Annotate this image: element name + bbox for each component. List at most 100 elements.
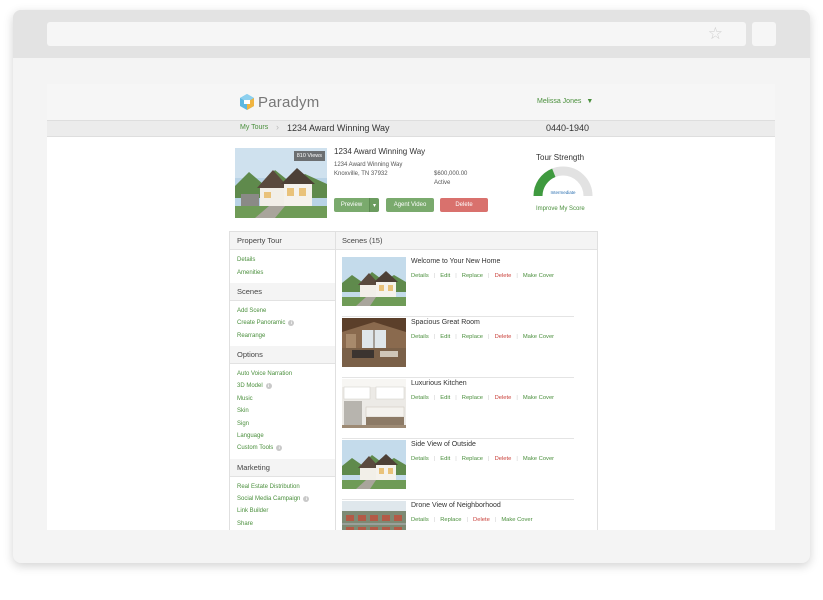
sidebar-item[interactable]: Auto Voice Narration — [230, 368, 335, 380]
sidebar-item[interactable]: Social Media Campaign i — [230, 493, 335, 505]
scene-delete-link[interactable]: Delete — [473, 517, 490, 523]
preview-dropdown-button[interactable]: ▾ — [369, 198, 379, 212]
neighborhood-aerial-thumbnail[interactable] — [342, 501, 406, 530]
action-separator: | — [516, 334, 518, 340]
action-separator: | — [516, 395, 518, 401]
scene-replace-link[interactable]: Replace — [462, 456, 483, 462]
scene-delete-link[interactable]: Delete — [495, 395, 512, 401]
scene-make-cover-link[interactable]: Make Cover — [501, 517, 532, 523]
scene-make-cover-link[interactable]: Make Cover — [523, 334, 554, 340]
scene-edit-link[interactable]: Edit — [440, 273, 450, 279]
sidebar-item-label: Skin — [237, 408, 249, 415]
scene-make-cover-link[interactable]: Make Cover — [523, 273, 554, 279]
sidebar-item-label: Share — [237, 520, 254, 527]
info-icon[interactable]: i — [288, 320, 295, 327]
scene-details-link[interactable]: Details — [411, 517, 429, 523]
great-room-thumbnail[interactable] — [342, 318, 406, 367]
action-separator: | — [488, 395, 490, 401]
browser-window: ☆ Paradym Melissa Jones ▼ My Tours › 123… — [13, 10, 810, 563]
scene-details-link[interactable]: Details — [411, 456, 429, 462]
bookmark-star-icon[interactable]: ☆ — [708, 25, 723, 43]
sidebar-item[interactable]: Sign — [230, 417, 335, 429]
scene-details-link[interactable]: Details — [411, 395, 429, 401]
sidebar-item-label: 3D Model — [237, 383, 263, 390]
property-address-line1: 1234 Award Winning Way — [334, 162, 403, 168]
scene-row: Welcome to Your New Home Details | Edit | Rep… — [342, 257, 574, 317]
info-icon[interactable]: i — [303, 496, 310, 503]
scene-edit-link[interactable]: Edit — [440, 334, 450, 340]
address-bar[interactable]: ☆ — [47, 22, 731, 46]
scene-delete-link[interactable]: Delete — [495, 456, 512, 462]
scene-delete-link[interactable]: Delete — [495, 273, 512, 279]
house-exterior-thumbnail[interactable] — [342, 440, 406, 489]
sidebar-item[interactable]: Language — [230, 430, 335, 442]
sidebar-item[interactable]: Real Estate Distribution — [230, 481, 335, 493]
sidebar-item[interactable]: Link Builder — [230, 505, 335, 517]
app-page: Paradym Melissa Jones ▼ My Tours › 1234 … — [47, 84, 775, 530]
scene-actions: Details | Edit | Replace | Delete | Make Cover — [411, 395, 554, 401]
brand-logo[interactable]: Paradym — [239, 93, 319, 111]
kitchen-thumbnail[interactable] — [342, 379, 406, 428]
improve-score-link[interactable]: Improve My Score — [536, 206, 585, 212]
scene-make-cover-link[interactable]: Make Cover — [523, 395, 554, 401]
property-cover-image[interactable]: 810 Views — [235, 148, 327, 218]
sidebar-item[interactable]: Custom Tools i — [230, 442, 335, 454]
scene-title: Drone View of Neighborhood — [411, 502, 501, 509]
sidebar-item[interactable]: Amenities — [230, 266, 335, 278]
sidebar-section: Add Scene Create Panoramic i Rearrange — [230, 301, 335, 346]
action-separator: | — [455, 456, 457, 462]
scene-title: Side View of Outside — [411, 441, 476, 448]
sidebar-item-label: Amenities — [237, 269, 264, 276]
user-menu[interactable]: Melissa Jones ▼ — [537, 98, 593, 105]
scene-actions: Details | Edit | Replace | Delete | Make Cover — [411, 273, 554, 279]
scene-delete-link[interactable]: Delete — [495, 334, 512, 340]
scene-replace-link[interactable]: Replace — [462, 273, 483, 279]
sidebar-item[interactable]: Add Scene — [230, 305, 335, 317]
scene-row: Luxurious Kitchen Details | Edit | Replace | De… — [342, 379, 574, 439]
scene-edit-link[interactable]: Edit — [440, 456, 450, 462]
user-name: Melissa Jones — [537, 98, 582, 105]
sidebar-section-heading: Options — [230, 345, 335, 364]
scene-make-cover-link[interactable]: Make Cover — [523, 456, 554, 462]
sidebar-item-label: Social Media Campaign — [237, 496, 301, 503]
house-exterior-thumbnail[interactable] — [342, 257, 406, 306]
views-badge: 810 Views — [293, 151, 325, 161]
action-separator: | — [433, 334, 436, 340]
preview-button[interactable]: Preview — [334, 198, 369, 212]
sidebar-item-label: Music — [237, 395, 253, 402]
action-separator: | — [466, 517, 469, 523]
scene-row: Drone View of Neighborhood Details | Replac… — [342, 501, 574, 530]
scene-details-link[interactable]: Details — [411, 273, 429, 279]
sidebar: Property Tour Details Amenities Scenes Add S… — [229, 231, 336, 530]
scene-replace-link[interactable]: Replace — [462, 334, 483, 340]
action-separator: | — [455, 395, 457, 401]
browser-button[interactable] — [752, 22, 776, 46]
sidebar-item[interactable]: Music — [230, 393, 335, 405]
agent-video-button[interactable]: Agent Video — [386, 198, 434, 212]
scene-row: Spacious Great Room Details | Edit | Replace |… — [342, 318, 574, 378]
scene-replace-link[interactable]: Replace — [462, 395, 483, 401]
sidebar-item[interactable]: Skin — [230, 405, 335, 417]
scene-actions: Details | Edit | Replace | Delete | Make Cover — [411, 334, 554, 340]
scene-title: Spacious Great Room — [411, 319, 480, 326]
browser-button[interactable] — [722, 22, 746, 46]
scene-actions: Details | Edit | Replace | Delete | Make Cover — [411, 456, 554, 462]
tour-strength-gauge: Intermediate — [533, 166, 593, 197]
info-icon[interactable]: i — [265, 383, 272, 390]
scene-details-link[interactable]: Details — [411, 334, 429, 340]
info-icon[interactable]: i — [276, 445, 283, 452]
action-separator: | — [488, 334, 490, 340]
chevron-down-icon: ▼ — [586, 98, 594, 105]
tour-strength-level: Intermediate — [550, 190, 576, 195]
browser-viewport: Paradym Melissa Jones ▼ My Tours › 1234 … — [13, 58, 810, 563]
scenes-panel: Scenes (15) Welcome to Your New Home Deta… — [336, 231, 598, 530]
sidebar-item[interactable]: Create Panoramic i — [230, 317, 335, 329]
sidebar-item[interactable]: Share — [230, 518, 335, 530]
sidebar-item[interactable]: Rearrange — [230, 330, 335, 342]
sidebar-item[interactable]: 3D Model i — [230, 380, 335, 392]
sidebar-item[interactable]: Details — [230, 254, 335, 266]
breadcrumb-my-tours[interactable]: My Tours — [240, 124, 268, 131]
scene-edit-link[interactable]: Edit — [440, 395, 450, 401]
delete-tour-button[interactable]: Delete — [440, 198, 488, 212]
scene-replace-link[interactable]: Replace — [440, 517, 461, 523]
